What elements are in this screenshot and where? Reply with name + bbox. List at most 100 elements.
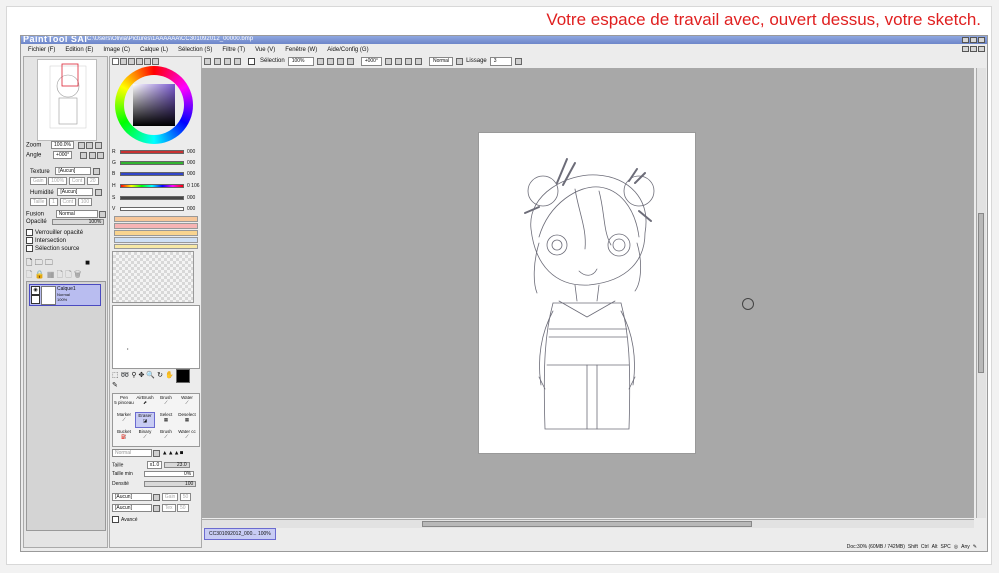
- menu-edition[interactable]: Edition (E): [65, 47, 93, 53]
- layer-item[interactable]: ◉ Calque1 Normal 100%: [29, 284, 101, 306]
- brush-eraser[interactable]: Eraser ◪: [135, 412, 155, 428]
- brush-mode-select[interactable]: Normal: [112, 449, 152, 457]
- slider-h[interactable]: [120, 184, 184, 188]
- undo-icon[interactable]: [204, 57, 211, 65]
- clear-layer-icon[interactable]: 🗋: [57, 270, 63, 279]
- texture-gain-value[interactable]: 100%: [48, 177, 68, 185]
- slider-s[interactable]: [120, 196, 184, 200]
- toolbar-rotate-left[interactable]: [394, 57, 402, 65]
- density-slider[interactable]: 100: [144, 481, 197, 487]
- menu-fenetre[interactable]: Fenêtre (W): [285, 47, 317, 53]
- swatch-row-3[interactable]: [114, 230, 198, 236]
- color-indicator[interactable]: [176, 369, 197, 391]
- smoothing-input[interactable]: 3: [489, 56, 512, 66]
- scratchpad[interactable]: •: [112, 305, 200, 369]
- zoom-icon[interactable]: 🔍: [146, 371, 155, 379]
- hsv-mode-icon[interactable]: [128, 58, 135, 65]
- brush-airbrush[interactable]: AirBrush ⬈: [135, 395, 155, 411]
- toolbar-rotate-reset[interactable]: [414, 57, 422, 65]
- humidity-dropdown-button[interactable]: [95, 188, 103, 196]
- fusion-select[interactable]: Normal: [55, 210, 98, 218]
- hand-icon[interactable]: ✋: [165, 371, 174, 379]
- brush-binary[interactable]: Binary ⟋: [135, 429, 155, 445]
- primary-color-swatch[interactable]: [176, 369, 190, 383]
- zoom-input[interactable]: 100.0%: [51, 141, 74, 149]
- brush-water[interactable]: Water ⟋: [177, 395, 197, 411]
- humidity-cont-value[interactable]: 100: [77, 198, 93, 206]
- rect-select-icon[interactable]: ⬚: [112, 371, 119, 379]
- doc-minimize-button[interactable]: [962, 46, 969, 52]
- rotate-reset-button[interactable]: [97, 151, 105, 159]
- color-swatch-grid[interactable]: [112, 251, 194, 303]
- layer-option-icon[interactable]: ■: [85, 258, 90, 267]
- invert-selection-icon[interactable]: [234, 57, 241, 65]
- menu-selection[interactable]: Sélection (S): [178, 47, 212, 53]
- lasso-icon[interactable]: ➿: [121, 371, 130, 379]
- slider-r[interactable]: [120, 150, 184, 154]
- color-wheel-mode-icon[interactable]: [112, 58, 119, 65]
- rotate-left-button[interactable]: [79, 151, 87, 159]
- brush-texture-select-2[interactable]: [Aucun]: [112, 504, 152, 512]
- swatch-mode-icon[interactable]: [144, 58, 151, 65]
- deselect-icon[interactable]: [224, 57, 231, 65]
- brush-water-cc[interactable]: Water cc ⟋: [177, 429, 197, 445]
- merge-layer-icon[interactable]: ▦: [47, 270, 55, 279]
- lock-layer-icon[interactable]: 🔒: [35, 270, 45, 279]
- new-folder-icon[interactable]: 🗀: [35, 258, 43, 267]
- navigator-thumbnail[interactable]: [37, 59, 97, 141]
- texture-dropdown-button[interactable]: [93, 167, 101, 175]
- fusion-dropdown-button[interactable]: [99, 210, 107, 218]
- brush-brush[interactable]: Brush ⟋: [156, 395, 176, 411]
- move-icon[interactable]: ✥: [138, 371, 144, 379]
- brush-texture-tex-value[interactable]: 50: [176, 504, 189, 512]
- humidity-select[interactable]: [Aucun]: [57, 188, 94, 196]
- color-wheel[interactable]: [115, 66, 193, 144]
- intersection-row[interactable]: Intersection: [26, 237, 66, 244]
- toolbar-zoom-dropdown[interactable]: [316, 57, 324, 65]
- document-tab[interactable]: CC301092012_000... 100%: [204, 528, 276, 540]
- new-layer-icon[interactable]: 🗋: [26, 258, 32, 267]
- humidity-size-value[interactable]: 1: [49, 198, 58, 206]
- close-button[interactable]: [978, 37, 985, 43]
- advanced-row[interactable]: Avancé: [112, 516, 138, 523]
- intersection-checkbox[interactable]: [26, 237, 33, 244]
- texture-select[interactable]: [Aucun]: [55, 167, 92, 175]
- brush-texture-gain-value[interactable]: 50: [179, 493, 192, 501]
- min-size-slider[interactable]: 0%: [144, 471, 195, 477]
- size-slider[interactable]: 23.0: [163, 462, 190, 469]
- gradient-mode-icon[interactable]: [136, 58, 143, 65]
- smoothing-dropdown[interactable]: [514, 57, 522, 65]
- brush-deselect[interactable]: Deselect ▦: [177, 412, 197, 428]
- brush-shape-icons[interactable]: ▲▲▲■: [162, 450, 183, 456]
- new-mask-icon[interactable]: 🗀: [45, 258, 53, 267]
- brush-select[interactable]: Select ▦: [156, 412, 176, 428]
- toolbar-mode-select[interactable]: Normal: [428, 56, 454, 66]
- copy-layer-icon[interactable]: 🗋: [26, 270, 32, 279]
- zoom-reset-button[interactable]: [95, 141, 102, 149]
- brush-bucket[interactable]: Bucket ⛽: [114, 429, 134, 445]
- rgb-mode-icon[interactable]: [120, 58, 127, 65]
- canvas-paper[interactable]: [479, 133, 695, 453]
- slider-g[interactable]: [120, 161, 184, 165]
- toolbar-angle-dropdown[interactable]: [384, 57, 392, 65]
- brush-pen[interactable]: Pen 5 pinceau: [114, 395, 134, 411]
- minimize-button[interactable]: [962, 37, 969, 43]
- maximize-button[interactable]: [970, 37, 977, 43]
- slider-b[interactable]: [120, 172, 184, 176]
- brush-texture-dropdown-2[interactable]: [153, 504, 161, 512]
- size-multiplier[interactable]: x1.0: [146, 461, 163, 469]
- lock-opacity-checkbox[interactable]: [26, 229, 33, 236]
- menu-filtre[interactable]: Filtre (T): [222, 47, 245, 53]
- canvas-vertical-scrollbar[interactable]: [976, 68, 986, 518]
- scratchpad-mode-icon[interactable]: [152, 58, 159, 65]
- selection-source-checkbox[interactable]: [26, 245, 33, 252]
- toolbar-rotate-right[interactable]: [404, 57, 412, 65]
- menu-image[interactable]: Image (C): [103, 47, 130, 53]
- redo-icon[interactable]: [214, 57, 221, 65]
- menu-fichier[interactable]: Fichier (F): [28, 47, 55, 53]
- eye-icon[interactable]: ◉: [31, 286, 40, 295]
- rotate-right-button[interactable]: [88, 151, 96, 159]
- brush-texture-select-1[interactable]: [Aucun]: [112, 493, 152, 501]
- brush-brush-2[interactable]: Brush ⟋: [156, 429, 176, 445]
- toolbar-zoom-in[interactable]: [336, 57, 344, 65]
